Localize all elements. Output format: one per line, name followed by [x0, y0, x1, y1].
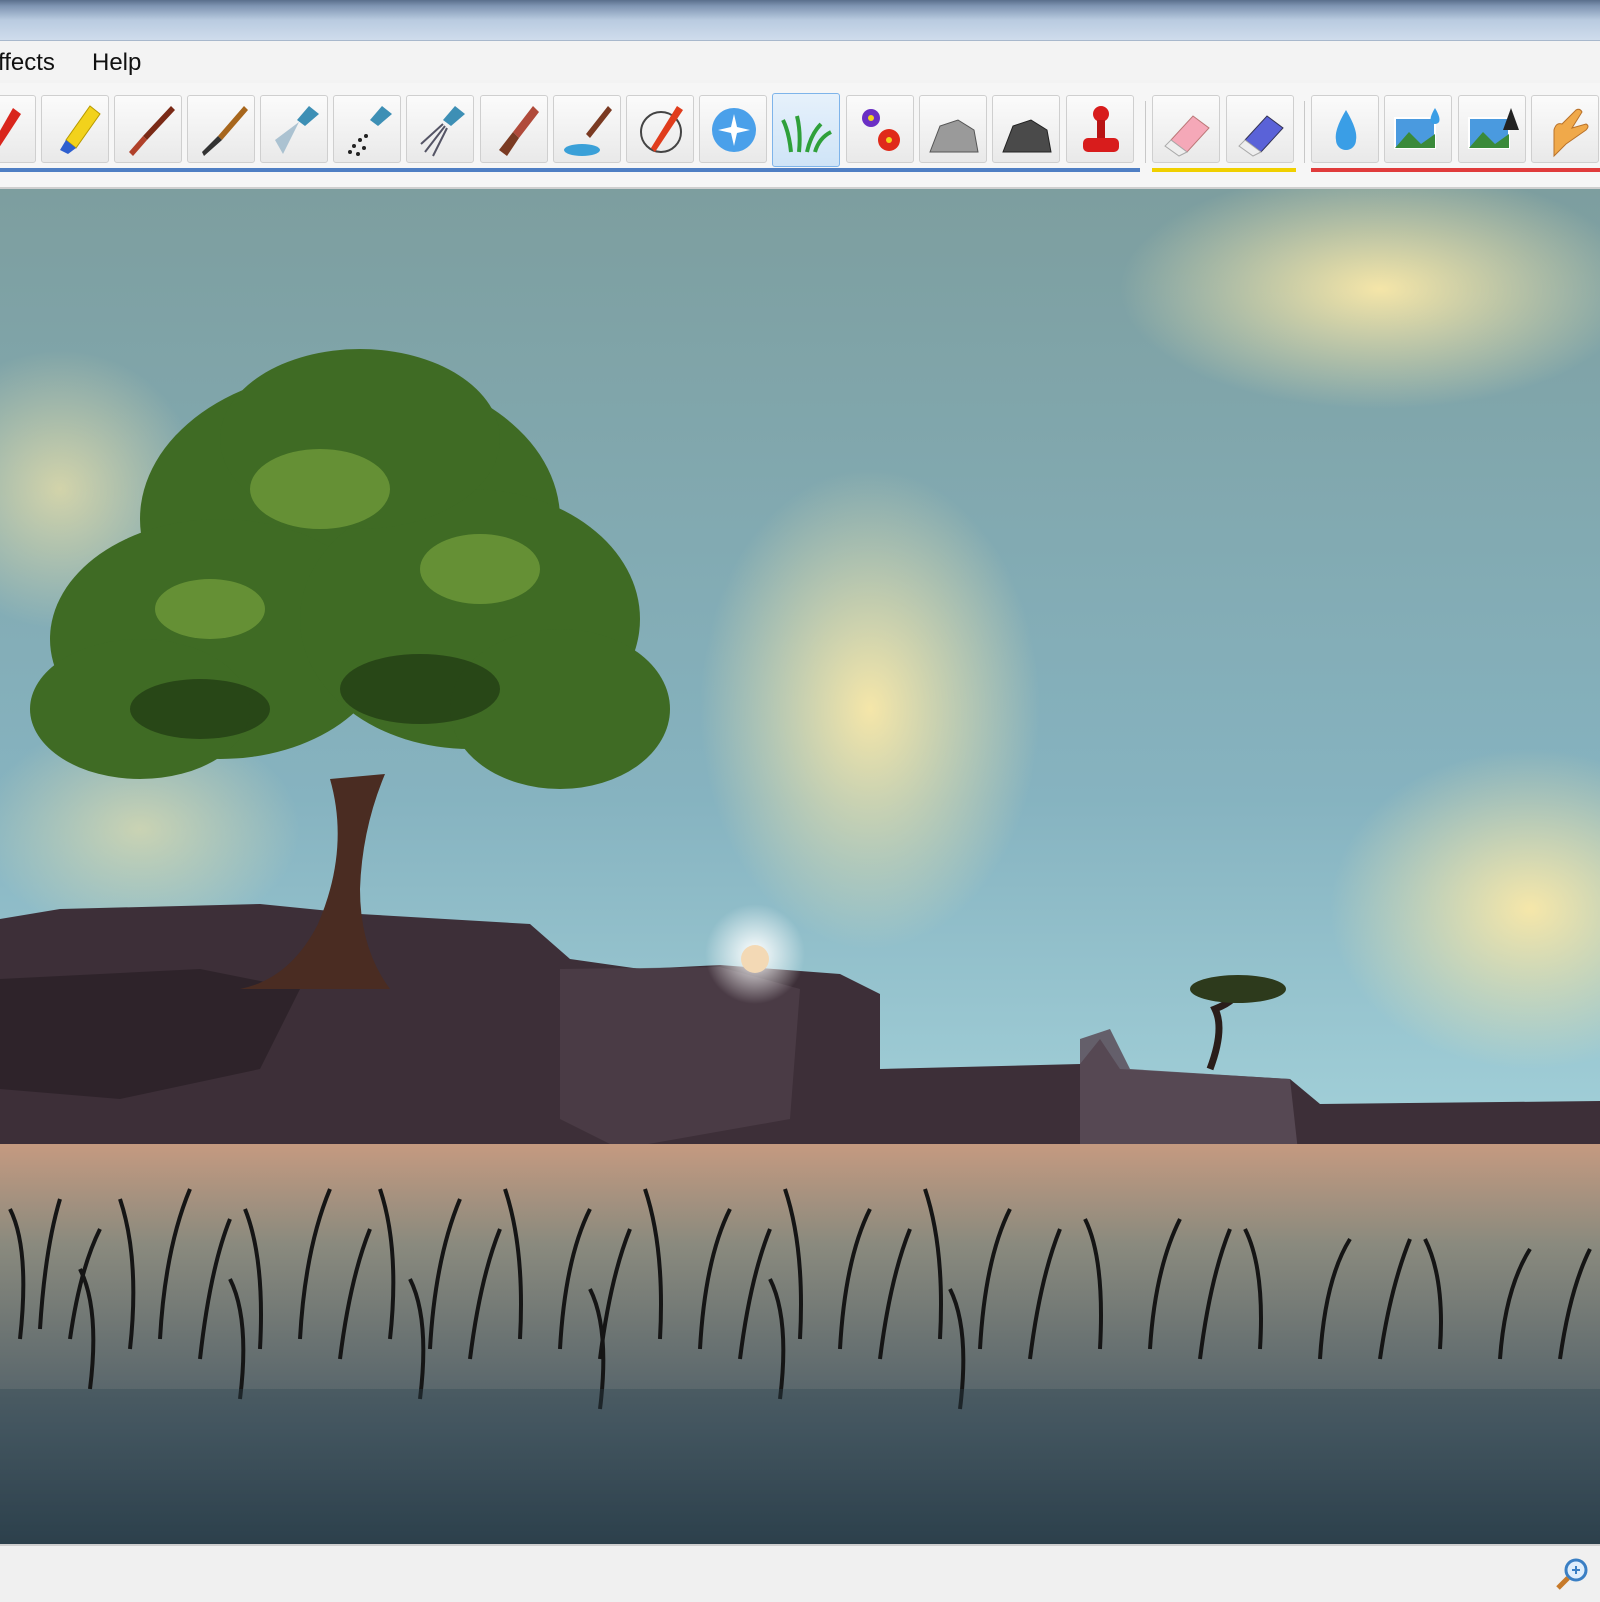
window-titlebar — [0, 0, 1600, 41]
toolbar-separator — [1304, 101, 1305, 163]
image-blur-icon — [1394, 108, 1440, 149]
grass-brush-tool-button[interactable] — [772, 93, 840, 167]
sparkle-brush-tool-button[interactable] — [699, 95, 767, 163]
eraser-pink-tool-button[interactable] — [1152, 95, 1220, 163]
image-blur-tool-button[interactable] — [1384, 95, 1452, 163]
airbrush-icon — [275, 106, 319, 154]
flowers-brush-icon — [862, 109, 900, 151]
stamp-icon — [1083, 106, 1119, 152]
menu-bar: ffects Help — [0, 41, 1600, 83]
landscape-painting — [0, 189, 1600, 1544]
painting-canvas[interactable] — [0, 189, 1600, 1544]
menu-help[interactable]: Help — [92, 49, 141, 77]
flat-brush-icon — [499, 106, 539, 156]
flowers-brush-tool-button[interactable] — [846, 95, 914, 163]
brush-group-line — [0, 168, 1140, 172]
watercolor-brush-icon — [202, 106, 248, 156]
pattern-light-icon — [929, 119, 979, 153]
flat-brush-tool-button[interactable] — [480, 95, 548, 163]
ink-pen-tool-button[interactable] — [626, 95, 694, 163]
smudge-hand-tool-button[interactable] — [1531, 95, 1599, 163]
pattern-dark-tool-button[interactable] — [992, 95, 1060, 163]
ink-pen-icon — [640, 106, 683, 153]
airbrush-tool-button[interactable] — [260, 95, 328, 163]
zoom-in-icon[interactable] — [1554, 1556, 1590, 1592]
oil-brush-icon — [129, 106, 175, 156]
water-drop-icon — [1335, 110, 1357, 150]
image-sharpen-icon — [1468, 108, 1519, 149]
toolbar-separator — [1145, 101, 1146, 163]
pattern-dark-icon — [1002, 119, 1052, 153]
paint-bucket-brush-tool-button[interactable] — [553, 95, 621, 163]
spray-dots-icon — [348, 106, 392, 156]
crayon-tool-button[interactable] — [41, 95, 109, 163]
eraser-pink-icon — [1164, 115, 1210, 157]
eraser-blue-icon — [1238, 115, 1284, 157]
spray-lines-tool-button[interactable] — [406, 95, 474, 163]
status-bar — [0, 1544, 1600, 1602]
watercolor-brush-tool-button[interactable] — [187, 95, 255, 163]
water-drop-tool-button[interactable] — [1311, 95, 1379, 163]
pencil-tool-button[interactable] — [0, 95, 36, 163]
eraser-blue-tool-button[interactable] — [1226, 95, 1294, 163]
image-sharpen-tool-button[interactable] — [1458, 95, 1526, 163]
paint-bucket-brush-icon — [564, 106, 612, 156]
stamp-tool-button[interactable] — [1066, 95, 1134, 163]
spray-lines-icon — [420, 106, 465, 157]
menu-effects[interactable]: ffects — [0, 49, 55, 77]
eraser-group-line — [1152, 168, 1296, 172]
effects-group-line — [1311, 168, 1600, 172]
spray-dots-tool-button[interactable] — [333, 95, 401, 163]
pencil-icon — [0, 108, 21, 147]
crayon-icon — [60, 105, 101, 154]
oil-brush-tool-button[interactable] — [114, 95, 182, 163]
tool-toolbar — [0, 83, 1600, 189]
grass-brush-icon — [781, 115, 832, 153]
smudge-hand-icon — [1553, 108, 1589, 158]
sparkle-brush-icon — [712, 108, 756, 152]
pattern-light-tool-button[interactable] — [919, 95, 987, 163]
